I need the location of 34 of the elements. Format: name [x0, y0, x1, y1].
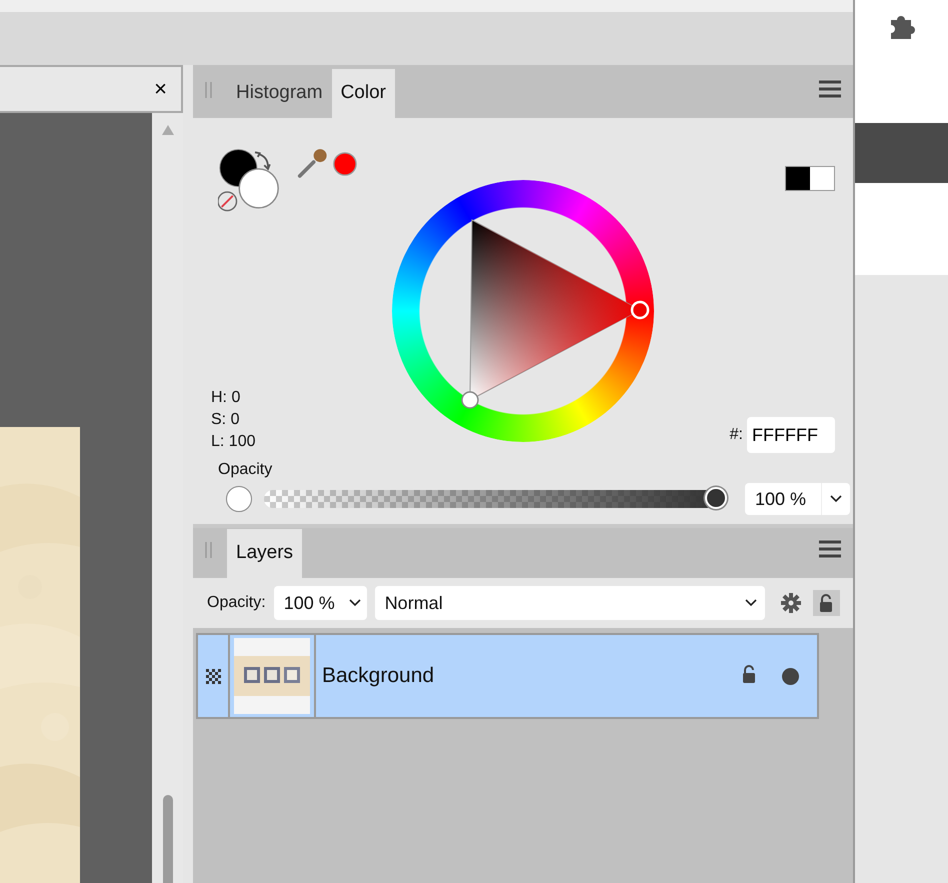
- hex-field[interactable]: FFFFFF: [747, 417, 835, 453]
- opacity-label: Opacity: [218, 461, 274, 479]
- scrollbar-thumb[interactable]: [162, 795, 172, 883]
- color-readout: H: 0: [211, 388, 242, 408]
- lock-button[interactable]: [812, 590, 840, 616]
- lock-icon: [819, 594, 834, 612]
- layer-name: Background: [322, 664, 436, 688]
- opacity-dropdown[interactable]: 100 %: [745, 483, 850, 515]
- visibility-dot[interactable]: [782, 668, 799, 684]
- blend-mode-dropdown[interactable]: Normal: [374, 586, 765, 620]
- close-button[interactable]: ×: [154, 76, 167, 102]
- panel-tab[interactable]: Color: [332, 69, 395, 118]
- default-colors-icon[interactable]: [785, 166, 835, 191]
- chevron-icon: [348, 599, 361, 607]
- grip-icon[interactable]: [205, 82, 213, 98]
- opacity-dropdown[interactable]: 100 %: [274, 586, 367, 620]
- menu-icon[interactable]: [819, 80, 841, 98]
- grip-icon[interactable]: [205, 542, 213, 558]
- checker-icon: [206, 668, 220, 684]
- layer-row[interactable]: Background: [196, 633, 819, 719]
- chevron-icon: [830, 495, 842, 503]
- menu-icon[interactable]: [819, 540, 841, 558]
- picked-color-swatch[interactable]: [332, 150, 358, 178]
- color-readout: L: 100: [211, 432, 256, 452]
- panel-tab[interactable]: Histogram: [227, 69, 332, 118]
- color-readout: S: 0: [211, 410, 240, 430]
- settings-icon[interactable]: [780, 593, 801, 613]
- opacity-preview-swatch: [226, 486, 252, 512]
- lock-icon: [742, 664, 756, 682]
- opacity-label: Opacity:: [207, 594, 266, 612]
- panel-tab[interactable]: Layers: [227, 529, 302, 578]
- color-triangle[interactable]: [461, 219, 650, 409]
- chevron-icon: [744, 599, 757, 607]
- hex-label: #:: [730, 426, 743, 444]
